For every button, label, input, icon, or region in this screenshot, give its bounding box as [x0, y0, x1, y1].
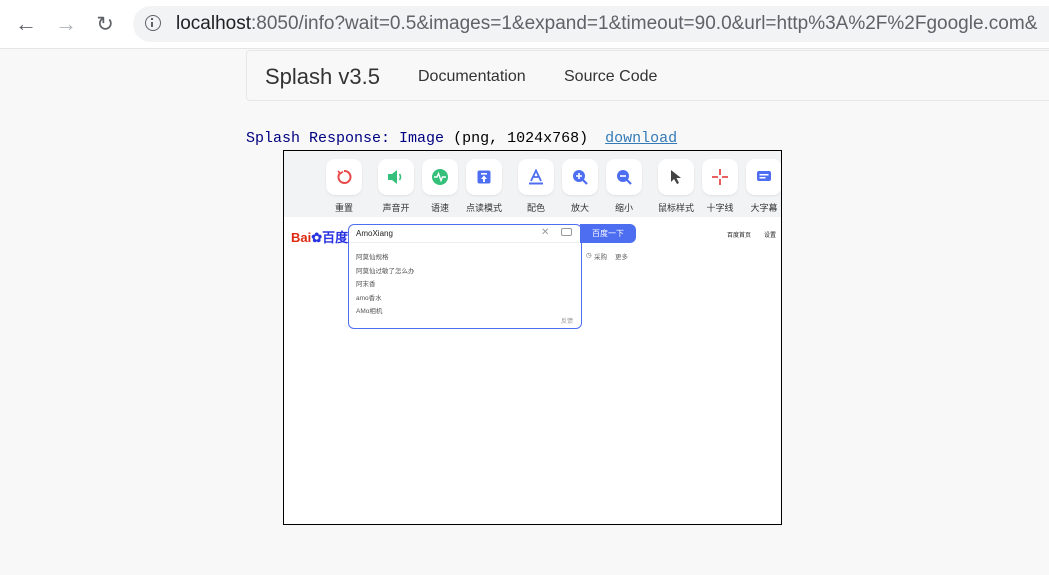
nav-link-source-code[interactable]: Source Code [564, 68, 657, 86]
tool-label: 放大 [570, 203, 589, 213]
arrow-left-icon[interactable]: ← [12, 10, 40, 38]
browser-toolbar: ← → ↻ localhost:8050/info?wait=0.5&image… [0, 0, 1049, 49]
download-link[interactable]: download [605, 130, 677, 147]
accessibility-toolbar: 重置 声音开 语速 点读模式 配色 放大 缩小 鼠标样式 十字线 大字幕 [284, 151, 781, 217]
link-baidu-home[interactable]: 百度首页 [727, 230, 751, 239]
reload-icon[interactable]: ↻ [91, 10, 119, 38]
search-input[interactable]: AmoXiang ✕ 阿莫仙规格 阿莫仙过敏了怎么办 阿末香 amo香水 AMo… [348, 224, 582, 329]
tool-color[interactable]: 配色 [516, 159, 556, 214]
address-bar[interactable]: localhost:8050/info?wait=0.5&images=1&ex… [133, 6, 1049, 42]
tool-cursor[interactable]: 鼠标样式 [656, 159, 696, 214]
suggestion-item[interactable]: 阿莫仙过敏了怎么办 [356, 265, 415, 275]
color-icon [518, 159, 554, 195]
speed-icon [422, 159, 458, 195]
response-line: Splash Response: Image (png, 1024x768) d… [246, 130, 677, 147]
caption-icon [746, 159, 781, 195]
suggestion-item[interactable]: 阿末香 [356, 278, 376, 288]
zoom-in-icon [562, 159, 598, 195]
tool-crosshair[interactable]: 十字线 [700, 159, 740, 214]
tool-label: 点读模式 [465, 203, 502, 213]
tool-label: 配色 [526, 203, 545, 213]
tool-zoom-in[interactable]: 放大 [560, 159, 600, 214]
response-meta: (png, 1024x768) [453, 130, 589, 147]
crosshair-icon [702, 159, 738, 195]
camera-icon[interactable] [561, 228, 572, 236]
tool-sound[interactable]: 声音开 [376, 159, 416, 214]
tool-label: 大字幕 [750, 203, 778, 213]
response-type: Image [399, 130, 445, 147]
reset-icon [326, 159, 362, 195]
search-query: AmoXiang [356, 229, 393, 238]
tool-label: 十字线 [706, 203, 734, 213]
feedback-link[interactable]: 反馈 [561, 316, 573, 325]
url-path: :8050/info?wait=0.5&images=1&expand=1&ti… [251, 13, 1038, 34]
response-label: Splash Response: [246, 130, 391, 147]
tool-read-mode[interactable]: 点读模式 [464, 159, 504, 214]
tool-label: 缩小 [614, 203, 633, 213]
nav-link-documentation[interactable]: Documentation [418, 68, 526, 86]
link-settings[interactable]: 设置 [764, 230, 776, 239]
tool-label: 重置 [334, 203, 353, 213]
sound-icon [378, 159, 414, 195]
tool-reset[interactable]: 重置 [324, 159, 364, 214]
baidu-logo[interactable]: Bai✿百度 [291, 227, 348, 246]
suggestion-item[interactable]: 阿莫仙规格 [356, 251, 389, 261]
search-button[interactable]: 百度一下 [580, 224, 636, 243]
link-purchase[interactable]: 采购 [594, 251, 607, 261]
tool-label: 鼠标样式 [657, 203, 694, 213]
read-mode-icon [466, 159, 502, 195]
splash-navbar: Splash v3.5 Documentation Source Code [246, 50, 1049, 101]
response-image: 重置 声音开 语速 点读模式 配色 放大 缩小 鼠标样式 十字线 大字幕 Bai… [283, 150, 782, 525]
tool-label: 语速 [430, 203, 449, 213]
clock-icon: ◷ [586, 252, 592, 259]
tool-label: 声音开 [382, 203, 410, 213]
suggestion-item[interactable]: amo香水 [356, 292, 382, 302]
divider [349, 242, 581, 243]
zoom-out-icon [606, 159, 642, 195]
brand[interactable]: Splash v3.5 [265, 64, 380, 90]
info-icon[interactable] [145, 15, 161, 31]
suggestion-item[interactable]: AMo相机 [356, 305, 382, 315]
logo-text-cn: 百度 [322, 230, 349, 245]
link-more[interactable]: 更多 [615, 251, 628, 261]
arrow-right-icon[interactable]: → [52, 10, 80, 38]
cursor-icon [658, 159, 694, 195]
paw-icon: ✿ [311, 230, 323, 245]
url-host: localhost [176, 13, 251, 34]
tool-zoom-out[interactable]: 缩小 [604, 159, 644, 214]
close-icon[interactable]: ✕ [541, 227, 549, 238]
tool-caption[interactable]: 大字幕 [744, 159, 781, 214]
tool-speed[interactable]: 语速 [420, 159, 460, 214]
url-text[interactable]: localhost:8050/info?wait=0.5&images=1&ex… [176, 13, 1037, 35]
logo-text: Bai [291, 230, 312, 245]
